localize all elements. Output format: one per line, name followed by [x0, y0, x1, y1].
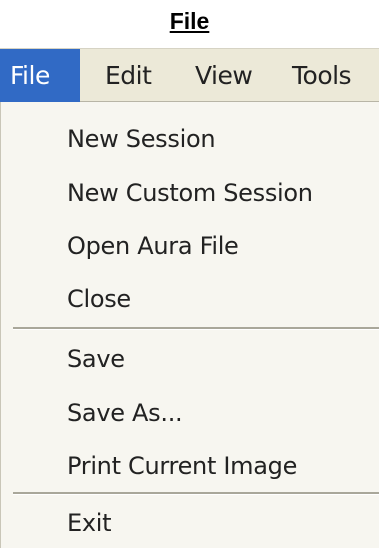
page-heading: File	[169, 8, 210, 34]
file-menu-dropdown: New Session New Custom Session Open Aura…	[0, 102, 379, 548]
menu-separator	[13, 492, 379, 495]
menu-item-save-as[interactable]: Save As...	[67, 396, 183, 430]
menubar-edit[interactable]: Edit	[95, 49, 161, 102]
menu-item-save[interactable]: Save	[67, 342, 125, 376]
menubar-view[interactable]: View	[185, 49, 262, 102]
menu-item-new-session[interactable]: New Session	[67, 122, 216, 156]
menubar-file[interactable]: File	[0, 49, 80, 102]
menu-item-print-current-image[interactable]: Print Current Image	[67, 449, 297, 483]
menu-item-close[interactable]: Close	[67, 282, 131, 316]
menu-item-open-aura-file[interactable]: Open Aura File	[67, 229, 239, 263]
menubar-tools[interactable]: Tools	[282, 49, 361, 102]
menu-item-new-custom-session[interactable]: New Custom Session	[67, 176, 313, 210]
menu-item-exit[interactable]: Exit	[67, 506, 112, 540]
menu-separator	[13, 327, 379, 330]
menu-bar: File Edit View Tools	[0, 48, 379, 102]
